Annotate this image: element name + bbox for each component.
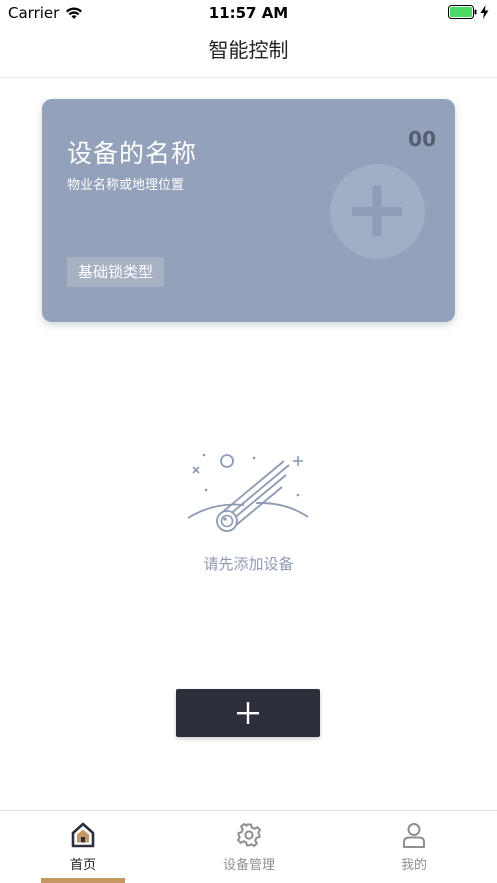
plus-icon xyxy=(352,186,402,236)
tab-home[interactable]: 首页 xyxy=(0,811,166,883)
meteor-illustration xyxy=(187,453,309,532)
home-icon xyxy=(71,822,95,848)
tab-label: 首页 xyxy=(69,858,96,873)
card-add-circle[interactable] xyxy=(330,164,425,259)
device-name: 设备的名称 xyxy=(67,139,198,168)
battery-icon xyxy=(448,5,477,19)
app-screen: Carrier 11:57 AM 智能控制 设备的名称 物业名称或地理位置 00 xyxy=(0,0,497,883)
lock-type-badge: 基础锁类型 xyxy=(67,257,165,287)
status-bar: Carrier 11:57 AM xyxy=(0,0,497,26)
device-card[interactable]: 设备的名称 物业名称或地理位置 00 基础锁类型 xyxy=(42,99,455,322)
navigation-bar: 智能控制 xyxy=(0,26,497,78)
tab-label: 设备管理 xyxy=(222,858,275,873)
add-device-button[interactable] xyxy=(176,689,320,737)
tab-label: 我的 xyxy=(400,858,427,873)
user-icon xyxy=(403,823,425,848)
tab-bar: 首页 设备管理 我的 xyxy=(0,810,497,883)
tab-device-management[interactable]: 设备管理 xyxy=(166,811,332,883)
page-title: 智能控制 xyxy=(208,38,289,62)
device-location: 物业名称或地理位置 xyxy=(67,178,185,193)
tab-mine[interactable]: 我的 xyxy=(331,811,497,883)
status-time: 11:57 AM xyxy=(208,4,289,22)
device-code: 00 xyxy=(408,127,436,151)
plus-icon xyxy=(237,702,259,724)
gear-icon xyxy=(237,823,261,847)
battery-indicator xyxy=(448,5,489,19)
charging-icon xyxy=(480,5,489,19)
active-tab-indicator xyxy=(41,878,125,883)
empty-state-message: 请先添加设备 xyxy=(203,555,294,573)
